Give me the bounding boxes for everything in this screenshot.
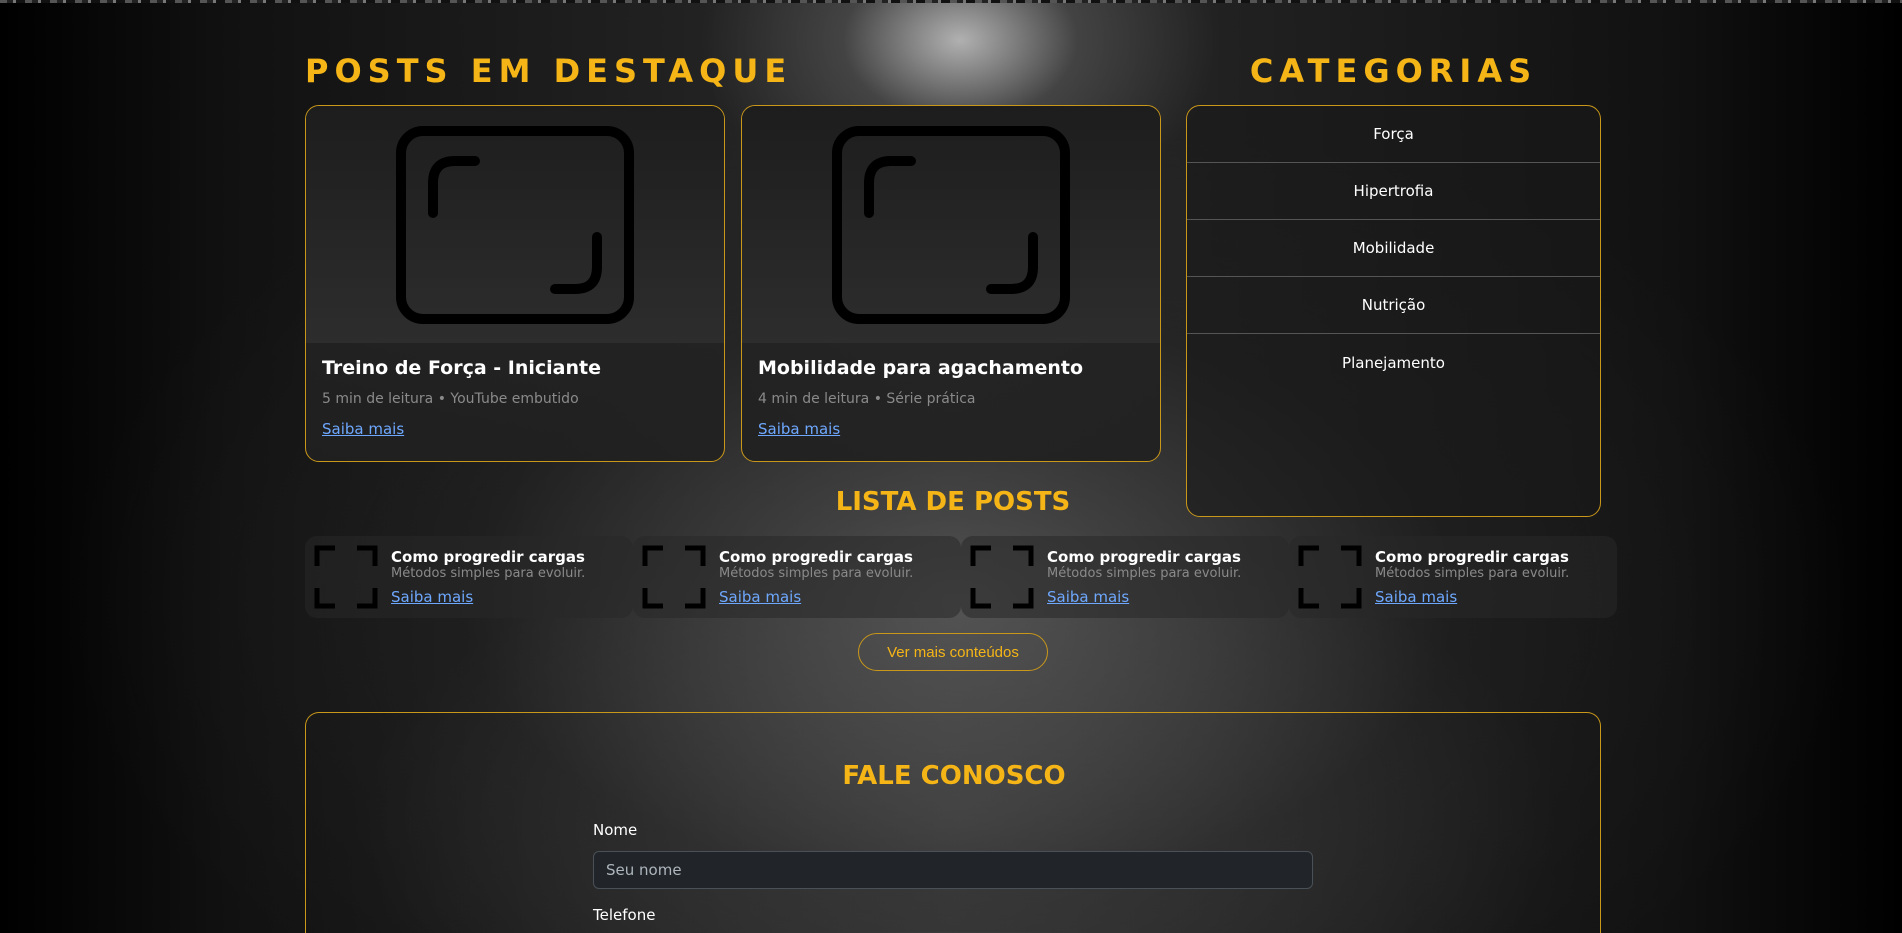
post-thumbnail [306, 106, 724, 343]
card-title: Mobilidade para agachamento [758, 357, 1084, 379]
top-image-strip [0, 0, 1902, 3]
contact-title: FALE CONOSCO [842, 761, 1066, 791]
post-thumbnail [742, 106, 1160, 343]
read-more-link[interactable]: Saiba mais [322, 420, 404, 438]
name-label: Nome [593, 821, 638, 839]
category-item-planejamento[interactable]: Planejamento [1187, 334, 1600, 391]
name-input[interactable] [593, 851, 1313, 889]
category-item-hipertrofia[interactable]: Hipertrofia [1187, 163, 1600, 220]
categories-title: CATEGORIAS [1249, 52, 1538, 90]
list-item-title: Como progredir cargas [1375, 548, 1569, 567]
list-item-subtitle: Métodos simples para evoluir. [719, 566, 914, 582]
list-item-title: Como progredir cargas [719, 548, 913, 567]
post-list-title: LISTA DE POSTS [835, 487, 1071, 517]
image-placeholder-icon [396, 125, 634, 324]
category-item-nutricao[interactable]: Nutrição [1187, 277, 1600, 334]
read-more-link[interactable]: Saiba mais [719, 588, 913, 606]
list-item-title: Como progredir cargas [391, 548, 585, 567]
list-item-subtitle: Métodos simples para evoluir. [391, 566, 586, 582]
contact-section: FALE CONOSCO Nome Telefone [305, 712, 1601, 933]
read-more-link[interactable]: Saiba mais [1047, 588, 1241, 606]
list-item[interactable]: Como progredir cargas Métodos simples pa… [961, 536, 1289, 618]
post-list: Como progredir cargas Métodos simples pa… [305, 536, 1617, 618]
phone-label: Telefone [593, 906, 656, 924]
categories-list: Força Hipertrofia Mobilidade Nutrição Pl… [1186, 105, 1601, 517]
card-meta: 4 min de leitura • Série prática [758, 391, 976, 407]
see-more-button[interactable]: Ver mais conteúdos [858, 633, 1048, 671]
card-title: Treino de Força - Iniciante [322, 357, 601, 379]
image-placeholder-icon [832, 125, 1070, 324]
image-placeholder-icon [314, 545, 378, 609]
card-meta: 5 min de leitura • YouTube embutido [322, 391, 579, 407]
list-item[interactable]: Como progredir cargas Métodos simples pa… [305, 536, 633, 618]
featured-post-card[interactable]: Mobilidade para agachamento 4 min de lei… [741, 105, 1161, 462]
read-more-link[interactable]: Saiba mais [1375, 588, 1569, 606]
image-placeholder-icon [642, 545, 706, 609]
featured-post-card[interactable]: Treino de Força - Iniciante 5 min de lei… [305, 105, 725, 462]
read-more-link[interactable]: Saiba mais [391, 588, 585, 606]
image-placeholder-icon [1298, 545, 1362, 609]
featured-posts-title: POSTS EM DESTAQUE [305, 52, 793, 90]
list-item[interactable]: Como progredir cargas Métodos simples pa… [633, 536, 961, 618]
read-more-link[interactable]: Saiba mais [758, 420, 840, 438]
image-placeholder-icon [970, 545, 1034, 609]
list-item[interactable]: Como progredir cargas Métodos simples pa… [1289, 536, 1617, 618]
list-item-subtitle: Métodos simples para evoluir. [1375, 566, 1570, 582]
list-item-subtitle: Métodos simples para evoluir. [1047, 566, 1242, 582]
category-item-mobilidade[interactable]: Mobilidade [1187, 220, 1600, 277]
category-item-forca[interactable]: Força [1187, 106, 1600, 163]
list-item-title: Como progredir cargas [1047, 548, 1241, 567]
